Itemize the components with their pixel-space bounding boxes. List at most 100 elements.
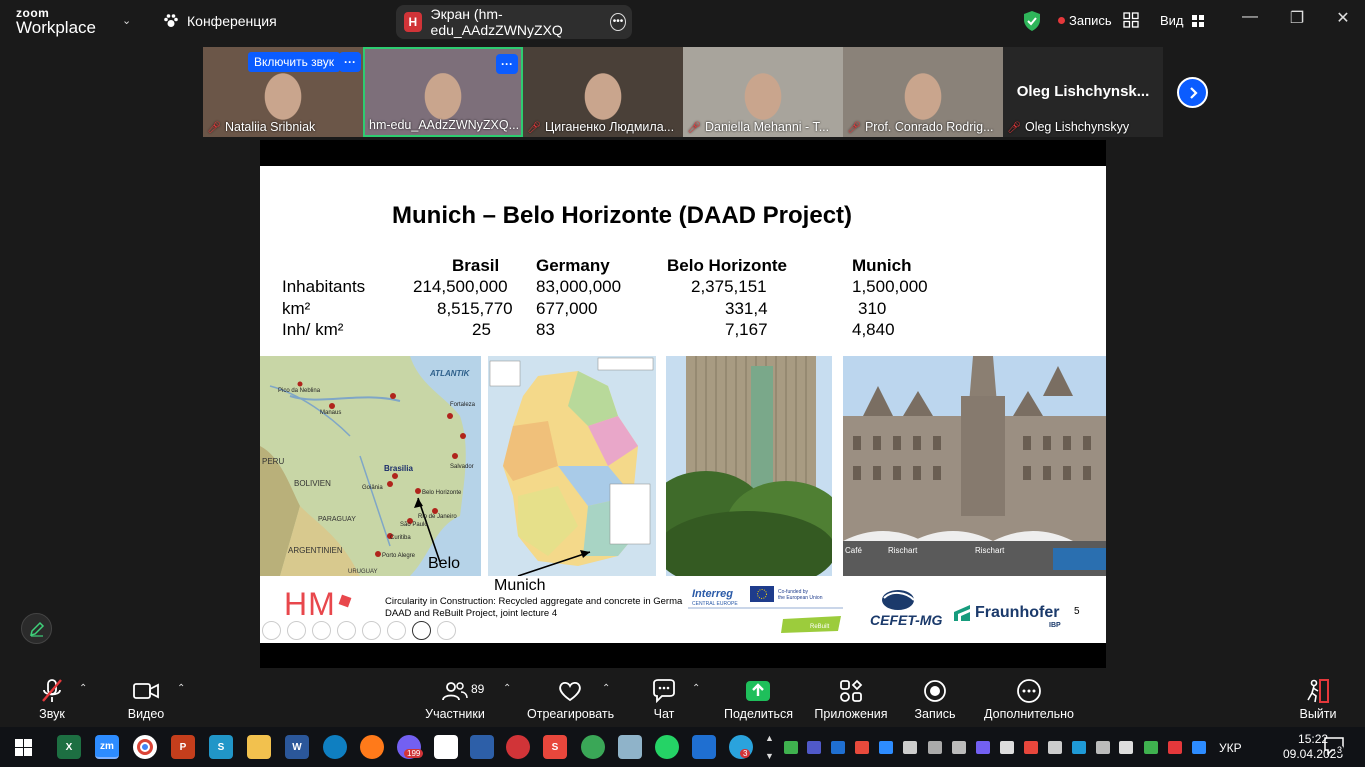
webex-icon[interactable] bbox=[692, 735, 716, 759]
tray-app-icon[interactable] bbox=[855, 741, 869, 754]
brazil-map: ATLANTIK PERU BOLIVIEN PARAGUAY ARGENTIN… bbox=[260, 356, 481, 576]
chat-button[interactable]: Чат bbox=[648, 677, 680, 721]
video-button[interactable]: Видео bbox=[125, 677, 167, 721]
chat-icon bbox=[653, 679, 675, 703]
meeting-info-button[interactable]: Конференция bbox=[163, 13, 277, 29]
map-label: Curitiba bbox=[390, 535, 411, 541]
more-options-icon[interactable]: ••• bbox=[609, 13, 626, 31]
excel-icon[interactable]: X bbox=[57, 735, 81, 759]
header-munich: Munich bbox=[852, 256, 912, 275]
tray-viber-icon[interactable] bbox=[976, 741, 990, 754]
notifications-icon[interactable]: 3 bbox=[1324, 737, 1345, 760]
view-button[interactable]: Вид bbox=[1160, 13, 1204, 28]
app-red-icon[interactable] bbox=[506, 735, 530, 759]
map-label: BOLIVIEN bbox=[294, 479, 331, 488]
close-icon[interactable]: ✕ bbox=[1328, 8, 1358, 28]
save-app-icon[interactable] bbox=[470, 735, 494, 759]
app-s-icon[interactable]: S bbox=[209, 735, 233, 759]
file-explorer-icon[interactable] bbox=[247, 735, 271, 759]
participant-tile[interactable]: 🎤︎ Циганенко Людмила... bbox=[523, 47, 683, 137]
tile-more-button[interactable]: ··· bbox=[339, 52, 361, 72]
tray-shield-icon[interactable] bbox=[1144, 741, 1158, 754]
zoom-logo[interactable]: zoom Workplace bbox=[16, 7, 96, 36]
cell: 677,000 bbox=[536, 299, 598, 318]
participant-tile-active[interactable]: ··· hm-edu_AAdzZWNyZXQ... bbox=[363, 47, 523, 137]
chrome-profile-icon[interactable] bbox=[581, 735, 605, 759]
record-icon bbox=[924, 680, 946, 702]
slides-icon[interactable] bbox=[337, 621, 356, 640]
chat-options-caret[interactable]: ⌃ bbox=[692, 683, 700, 694]
sign-cafe: Café bbox=[845, 546, 862, 555]
participant-tile[interactable]: 🎤︎ Prof. Conrado Rodrig... bbox=[843, 47, 1003, 137]
edge-icon[interactable] bbox=[323, 735, 347, 759]
next-page-button[interactable] bbox=[1177, 77, 1208, 108]
app-s2-icon[interactable]: S bbox=[543, 735, 567, 759]
zoom-icon[interactable] bbox=[362, 621, 381, 640]
chevron-down-icon[interactable]: ⌄ bbox=[122, 14, 131, 27]
tray-wifi-icon[interactable] bbox=[1048, 741, 1062, 754]
tile-more-button[interactable]: ··· bbox=[496, 54, 518, 74]
presentation-slide: Munich – Belo Horizonte (DAAD Project) B… bbox=[260, 166, 1106, 643]
minimize-icon[interactable]: — bbox=[1235, 8, 1265, 26]
belo-horizonte-photo bbox=[666, 356, 832, 576]
tray-battery-icon[interactable] bbox=[1000, 741, 1014, 754]
notepad-icon[interactable] bbox=[434, 735, 458, 759]
whatsapp-icon[interactable] bbox=[655, 735, 679, 759]
tray-webex-icon[interactable] bbox=[831, 741, 845, 754]
pen-tool-icon[interactable] bbox=[312, 621, 331, 640]
zoom-app-icon[interactable]: zm bbox=[95, 735, 119, 759]
participant-tile[interactable]: Включить звук ··· 🎤︎ Nataliia Sribniak bbox=[203, 47, 363, 137]
title-bar: zoom Workplace ⌄ Конференция H Экран (hm… bbox=[0, 0, 1365, 44]
participant-tile[interactable]: Oleg Lishchynsk... 🎤︎ Oleg Lishchynskyy bbox=[1003, 47, 1163, 137]
video-options-caret[interactable]: ⌃ bbox=[177, 683, 185, 694]
windows-start-icon[interactable] bbox=[15, 739, 32, 756]
tray-zm-icon[interactable] bbox=[1192, 741, 1206, 754]
participants-options-caret[interactable]: ⌃ bbox=[503, 683, 511, 694]
row-label: Inh/ km² bbox=[282, 320, 344, 339]
more-icon[interactable] bbox=[437, 621, 456, 640]
record-button[interactable]: Запись bbox=[914, 677, 956, 721]
shield-check-icon[interactable] bbox=[1022, 10, 1042, 32]
app-archive-icon[interactable] bbox=[618, 735, 642, 759]
restore-icon[interactable]: ❐ bbox=[1282, 8, 1312, 28]
recording-indicator[interactable]: Запись bbox=[1058, 13, 1112, 28]
more-dots-icon bbox=[1017, 679, 1041, 703]
firefox-icon[interactable] bbox=[360, 735, 384, 759]
react-button[interactable]: Отреагировать bbox=[527, 677, 614, 721]
tray-network-icon[interactable] bbox=[1072, 741, 1086, 754]
react-options-caret[interactable]: ⌃ bbox=[602, 683, 610, 694]
audio-button[interactable]: Звук bbox=[33, 677, 71, 721]
speaker-icon[interactable] bbox=[1119, 741, 1133, 754]
apps-button[interactable]: Приложения bbox=[814, 677, 888, 721]
tray-speaker-muted-icon[interactable] bbox=[1168, 741, 1182, 754]
powerpoint-icon[interactable]: P bbox=[171, 735, 195, 759]
header-brasil: Brasil bbox=[452, 256, 500, 275]
prev-slide-icon[interactable] bbox=[262, 621, 281, 640]
tray-check-icon[interactable] bbox=[784, 741, 798, 754]
participant-tile[interactable]: 🎤︎ Daniella Mehanni - T... bbox=[683, 47, 843, 137]
tray-usb-icon[interactable] bbox=[952, 741, 966, 754]
cell: 214,500,000 bbox=[413, 277, 508, 296]
screen-share-pill[interactable]: H Экран (hm-edu_AAdzZWNyZXQ ••• bbox=[396, 5, 632, 39]
next-slide-icon[interactable] bbox=[287, 621, 306, 640]
audio-options-caret[interactable]: ⌃ bbox=[79, 683, 87, 694]
share-button[interactable]: Поделиться bbox=[724, 677, 793, 721]
tray-camera-icon[interactable] bbox=[1096, 741, 1110, 754]
tray-mic-icon[interactable] bbox=[903, 741, 917, 754]
subtitles-icon[interactable] bbox=[387, 621, 406, 640]
tray-teams-icon[interactable] bbox=[807, 741, 821, 754]
tray-scroll-arrows[interactable]: ▲ ▼ bbox=[765, 729, 774, 765]
tray-display-icon[interactable] bbox=[928, 741, 942, 754]
more-button[interactable]: Дополнительно bbox=[983, 677, 1075, 721]
map-label: ARGENTINIEN bbox=[288, 546, 343, 555]
tray-s-icon[interactable] bbox=[1024, 741, 1038, 754]
word-icon[interactable]: W bbox=[285, 735, 309, 759]
annotate-pencil-button[interactable] bbox=[21, 613, 52, 644]
camera-icon[interactable] bbox=[412, 621, 431, 640]
language-indicator[interactable]: УКР bbox=[1219, 741, 1242, 755]
chrome-icon[interactable] bbox=[133, 735, 157, 759]
leave-button[interactable]: Выйти bbox=[1298, 677, 1338, 721]
gallery-grid-icon[interactable] bbox=[1123, 12, 1139, 28]
tray-zoom-icon[interactable] bbox=[879, 741, 893, 754]
unmute-button[interactable]: Включить звук bbox=[248, 52, 341, 72]
